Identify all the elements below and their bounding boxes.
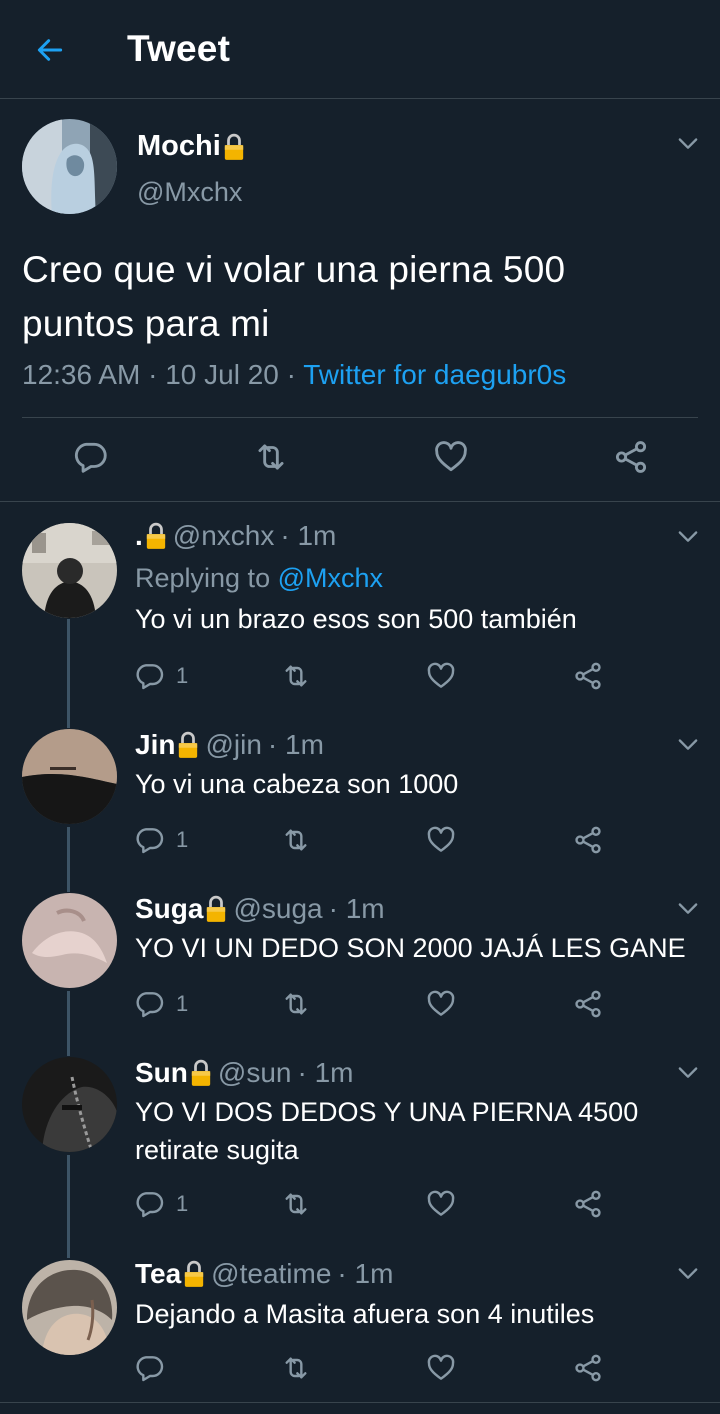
tweet-time: 12:36 AM [22, 359, 141, 390]
tweet-meta: 12:36 AM · 10 Jul 20 · Twitter for daegu… [22, 359, 567, 390]
author-handle[interactable]: @nxchx [173, 520, 275, 552]
share-icon[interactable] [572, 986, 604, 1022]
reply-actions: 1 [0, 986, 720, 1022]
chevron-down-icon[interactable] [674, 129, 702, 162]
share-icon[interactable] [572, 822, 604, 858]
author-name[interactable]: Jin [135, 729, 175, 761]
reply-count: 1 [176, 827, 189, 852]
reply-actions: 1 [0, 658, 720, 694]
chevron-down-icon[interactable] [674, 730, 702, 763]
reply-count: 1 [176, 1191, 189, 1216]
divider [0, 1402, 720, 1403]
share-icon[interactable] [572, 658, 604, 694]
like-icon[interactable] [425, 1350, 457, 1386]
tweet-text: Creo que vi volar una pierna 500 puntos … [22, 249, 566, 344]
avatar[interactable] [22, 1260, 117, 1355]
author-name[interactable]: Tea [135, 1258, 181, 1290]
lock-icon [190, 1059, 212, 1087]
avatar[interactable] [22, 119, 117, 214]
reply-count: 1 [176, 663, 189, 688]
top-bar: Tweet [0, 0, 720, 99]
like-icon[interactable] [431, 437, 471, 477]
author-handle[interactable]: @jin [205, 729, 261, 761]
share-icon[interactable] [572, 1186, 604, 1222]
reply-time: · 1m [337, 1258, 394, 1289]
reply-actions [0, 1350, 720, 1386]
main-tweet: Mochi @Mxchx Creo que vi volar una piern… [0, 99, 720, 502]
reply-tweet[interactable]: Tea @teatime · 1m Dejando a Masita afuer… [0, 1240, 720, 1402]
reply-header: Suga @suga · 1m [135, 893, 385, 925]
reply-header: Jin @jin · 1m [135, 729, 324, 761]
avatar[interactable] [22, 893, 117, 988]
reply-tweet[interactable]: Jin @jin · 1m Yo vi una cabeza son 1000 … [0, 712, 720, 876]
lock-icon [177, 731, 199, 759]
reply-actions: 1 [0, 822, 720, 858]
reply-text: YO VI UN DEDO SON 2000 JAJÁ LES GANE [135, 933, 686, 963]
avatar[interactable] [22, 523, 117, 618]
reply-time: · 1m [280, 520, 337, 551]
like-icon[interactable] [425, 822, 457, 858]
tweet-actions [0, 437, 720, 482]
reply-icon[interactable]: 1 [134, 986, 188, 1022]
retweet-icon[interactable] [280, 1350, 312, 1386]
author-handle[interactable]: @Mxchx [137, 177, 242, 208]
like-icon[interactable] [425, 658, 457, 694]
avatar[interactable] [22, 1057, 117, 1152]
page-title: Tweet [127, 28, 231, 69]
reply-text: Dejando a Masita afuera son 4 inutiles [135, 1299, 595, 1329]
reply-tweet[interactable]: . @nxchx · 1m Replying to @Mxchx Yo vi u… [0, 502, 720, 712]
author-handle[interactable]: @sun [218, 1057, 292, 1089]
author-name[interactable]: Suga [135, 893, 203, 925]
reply-actions: 1 [0, 1186, 720, 1222]
reply-icon[interactable]: 1 [134, 1186, 188, 1222]
retweet-icon[interactable] [280, 822, 312, 858]
reply-icon[interactable] [71, 437, 111, 477]
reply-header: . @nxchx · 1m [135, 520, 336, 552]
reply-header: Sun @sun · 1m [135, 1057, 353, 1089]
chevron-down-icon[interactable] [674, 894, 702, 927]
lock-icon [183, 1260, 205, 1288]
retweet-icon[interactable] [280, 658, 312, 694]
lock-icon [223, 133, 245, 161]
reply-time: · 1m [328, 893, 385, 924]
divider [22, 417, 698, 418]
share-icon[interactable] [611, 437, 651, 477]
reply-tweet[interactable]: Suga @suga · 1m YO VI UN DEDO SON 2000 J… [0, 876, 720, 1040]
chevron-down-icon[interactable] [674, 522, 702, 555]
reply-time: · 1m [297, 1057, 354, 1088]
chevron-down-icon[interactable] [674, 1259, 702, 1292]
reply-count: 1 [176, 991, 189, 1016]
back-arrow-icon[interactable] [28, 28, 72, 72]
author-handle[interactable]: @teatime [211, 1258, 331, 1290]
tweet-date: 10 Jul 20 [165, 359, 279, 390]
like-icon[interactable] [425, 1186, 457, 1222]
lock-icon [145, 522, 167, 550]
like-icon[interactable] [425, 986, 457, 1022]
reply-tweet[interactable]: Sun @sun · 1m YO VI DOS DEDOS Y UNA PIER… [0, 1040, 720, 1240]
reply-header: Tea @teatime · 1m [135, 1258, 393, 1290]
reply-icon[interactable]: 1 [134, 822, 188, 858]
retweet-icon[interactable] [280, 986, 312, 1022]
replying-to: Replying to @Mxchx [135, 563, 384, 593]
reply-text: Yo vi un brazo esos son 500 también [135, 604, 577, 634]
author-name[interactable]: Sun [135, 1057, 188, 1089]
reply-text: YO VI DOS DEDOS Y UNA PIERNA 4500 retira… [135, 1097, 639, 1165]
avatar[interactable] [22, 729, 117, 824]
tweet-source-link[interactable]: Twitter for daegubr0s [303, 359, 566, 390]
reply-time: · 1m [267, 729, 324, 760]
retweet-icon[interactable] [251, 437, 291, 477]
retweet-icon[interactable] [280, 1186, 312, 1222]
replying-to-link[interactable]: @Mxchx [278, 563, 383, 593]
author-name[interactable]: Mochi [137, 130, 245, 163]
author-handle[interactable]: @suga [233, 893, 322, 925]
share-icon[interactable] [572, 1350, 604, 1386]
reply-text: Yo vi una cabeza son 1000 [135, 769, 459, 799]
reply-icon[interactable] [134, 1350, 166, 1386]
lock-icon [205, 895, 227, 923]
author-name[interactable]: . [135, 520, 143, 552]
chevron-down-icon[interactable] [674, 1058, 702, 1091]
reply-icon[interactable]: 1 [134, 658, 188, 694]
